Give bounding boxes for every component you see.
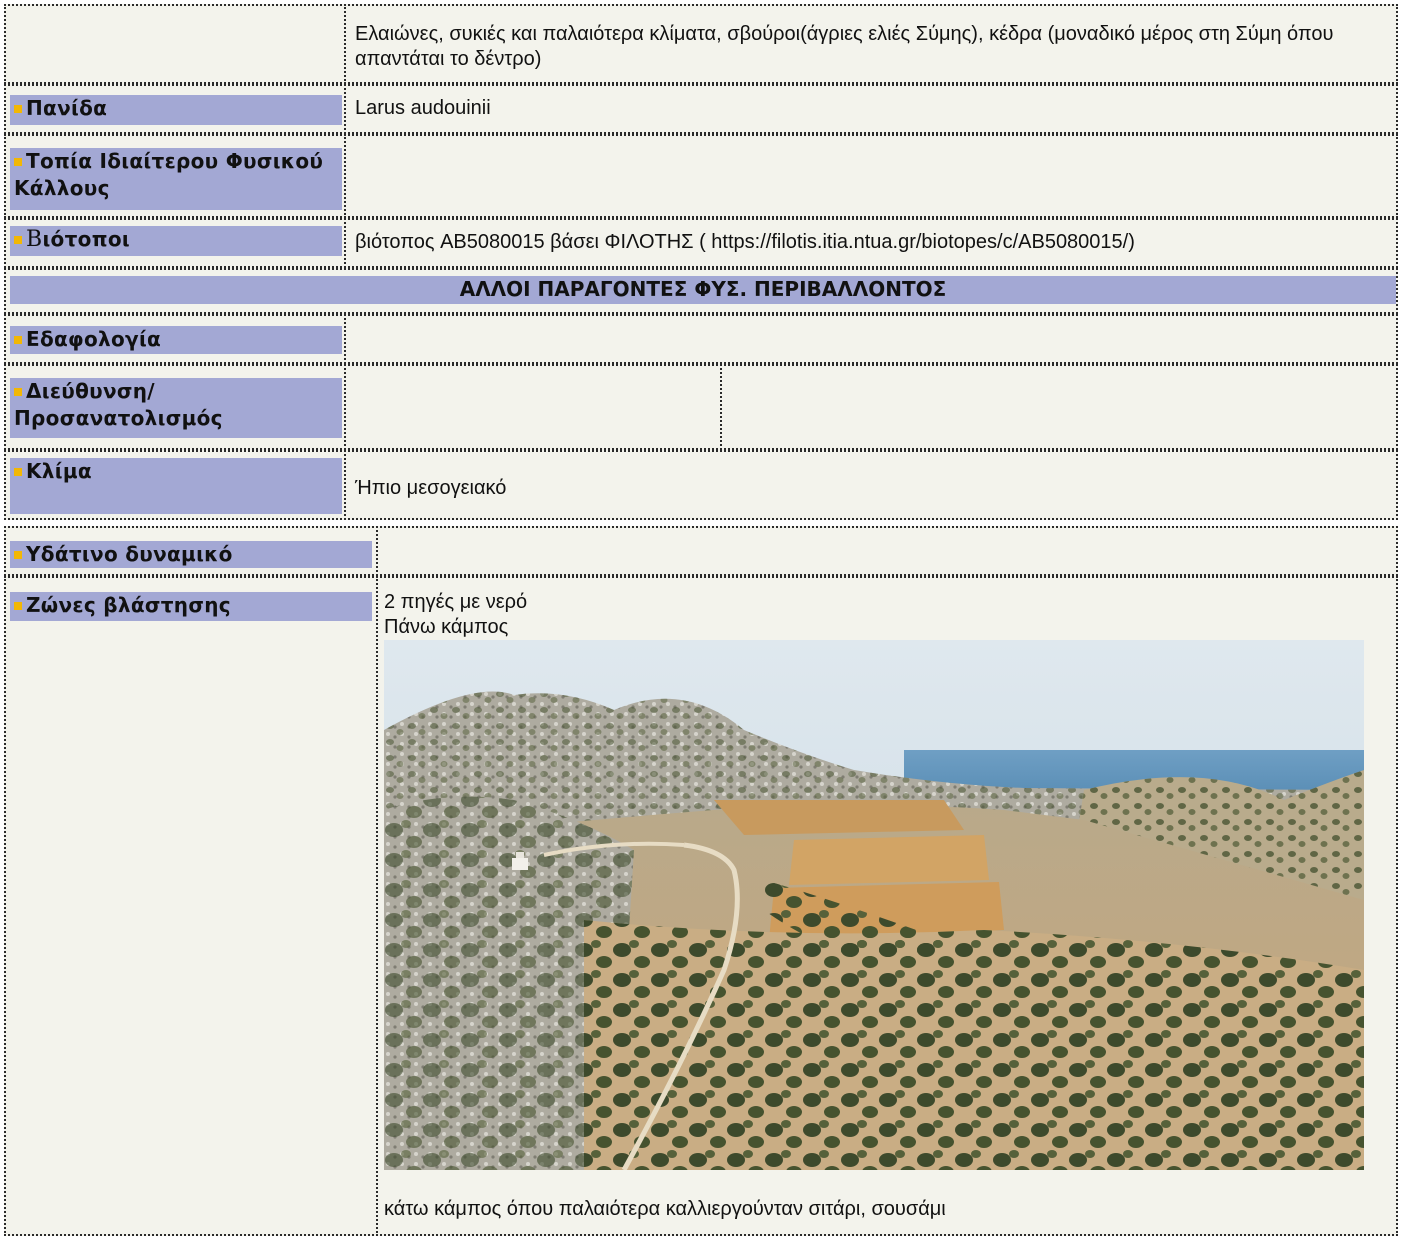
vegetation-caption: κάτω κάμπος όπου παλαιότερα καλλιεργούντ…: [384, 1198, 946, 1220]
bullet-icon: [14, 388, 22, 396]
bullet-icon: [14, 602, 22, 610]
soil-label: Εδαφολογία: [10, 326, 342, 354]
climate-label: Κλίμα: [10, 458, 342, 514]
vegetation-line2: Πάνω κάμπος: [384, 616, 509, 638]
bullet-icon: [14, 236, 22, 244]
bullet-icon: [14, 551, 22, 559]
row-landscapes-value-cell: [344, 134, 1398, 218]
landscapes-label: Τοπία Ιδιαίτερου Φυσικού Κάλλους: [10, 148, 342, 210]
fauna-text: Larus audouinii: [355, 97, 491, 119]
flora-text: Ελαιώνες, συκιές και παλαιότερα κλίματα,…: [355, 23, 1334, 70]
row-soil-value-cell: [344, 314, 1398, 364]
biotopes-text: βιότοπος AB5080015 βάσει ΦΙΛΟΤΗΣ ( https…: [355, 231, 1135, 253]
climate-text: Ήπιο μεσογειακό: [355, 477, 507, 499]
orientation-label: Διεύθυνση/ Προσανατολισμός: [10, 378, 342, 438]
row-flora-label-cell: [4, 4, 346, 84]
row-orientation-value-cell-a: [344, 364, 722, 450]
vegetation-label: Ζώνες βλάστησης: [10, 592, 372, 621]
row-water-value-cell: [376, 526, 1398, 576]
fauna-label: Πανίδα: [10, 95, 342, 125]
water-label: Υδάτινο δυναμικό: [10, 541, 372, 568]
biotopes-label: Βιότοποι: [10, 226, 342, 256]
section-header: ΑΛΛΟΙ ΠΑΡΑΓΟΝΤΕΣ ΦΥΣ. ΠΕΡΙΒΑΛΛΟΝΤΟΣ: [10, 276, 1396, 304]
bullet-icon: [14, 336, 22, 344]
row-fauna-value-cell: [344, 84, 1398, 134]
bullet-icon: [14, 105, 22, 113]
bullet-icon: [14, 158, 22, 166]
bullet-icon: [14, 468, 22, 476]
row-orientation-value-cell-b: [720, 364, 1398, 450]
vegetation-line1: 2 πηγές με νερό: [384, 591, 528, 613]
row-vegetation-label-cell: [4, 576, 378, 1236]
landscape-photo: [384, 640, 1364, 1170]
